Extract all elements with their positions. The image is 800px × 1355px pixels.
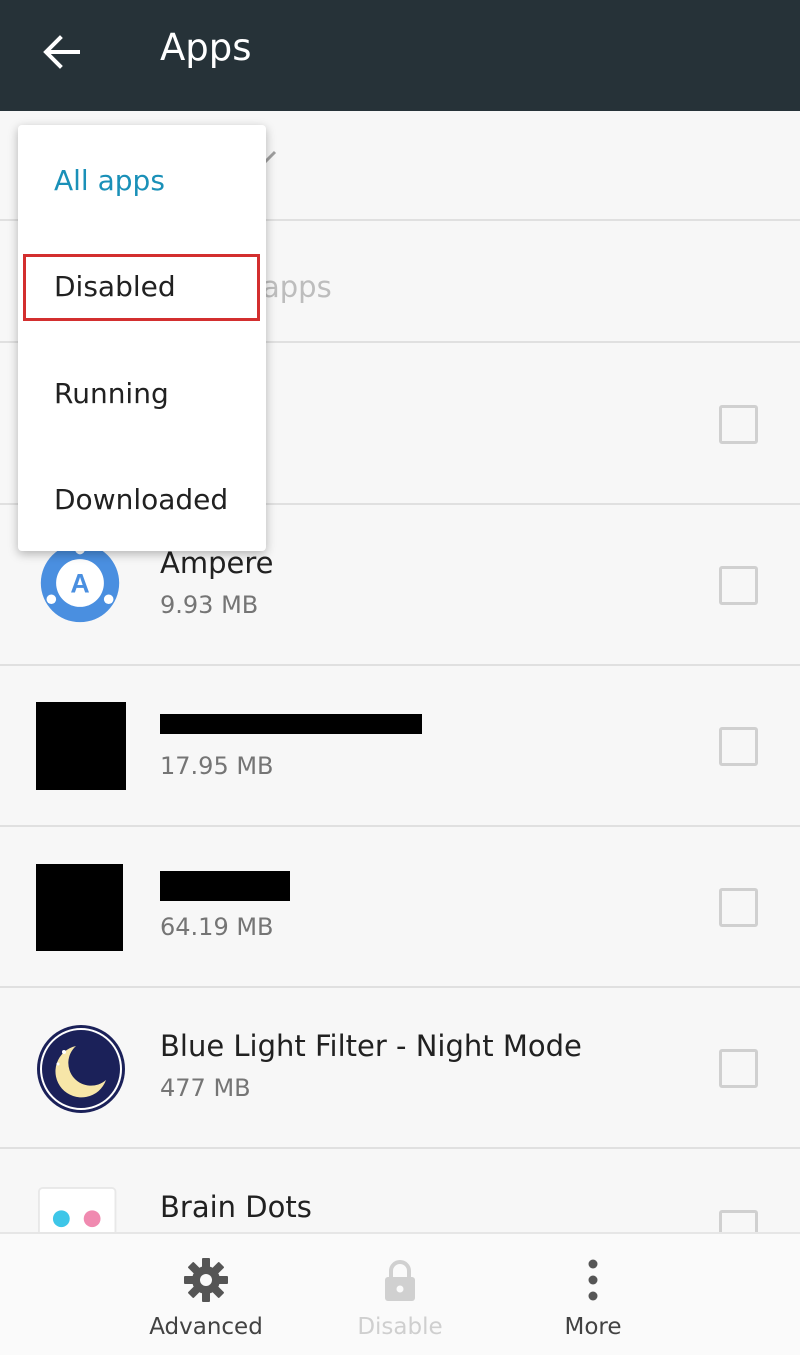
app-bar: Apps bbox=[0, 0, 800, 111]
disable-label: Disable bbox=[357, 1314, 443, 1340]
filter-dropdown-menu: All apps Disabled Running Downloaded bbox=[18, 125, 266, 551]
redacted-app-name bbox=[160, 714, 422, 734]
app-size: 477 MB bbox=[160, 1074, 251, 1102]
advanced-button[interactable]: Advanced bbox=[106, 1234, 306, 1355]
disable-button[interactable]: Disable bbox=[300, 1234, 500, 1355]
svg-text:A: A bbox=[70, 569, 89, 599]
page-title: Apps bbox=[160, 26, 252, 69]
redacted-icon bbox=[36, 702, 126, 790]
list-item[interactable]: Blue Light Filter - Night Mode 477 MB bbox=[0, 988, 800, 1149]
list-item[interactable]: 17.95 MB bbox=[0, 666, 800, 827]
lock-icon bbox=[385, 1260, 415, 1301]
bottom-toolbar: Advanced Disable More bbox=[0, 1232, 800, 1355]
more-vertical-icon bbox=[588, 1259, 598, 1301]
redacted-app-name bbox=[160, 871, 290, 901]
menu-item-disabled[interactable]: Disabled bbox=[18, 233, 266, 339]
app-size: 64.19 MB bbox=[160, 913, 274, 941]
app-name: Brain Dots bbox=[160, 1190, 312, 1224]
menu-item-running[interactable]: Running bbox=[18, 340, 266, 446]
back-arrow-icon bbox=[43, 35, 80, 69]
list-item[interactable]: 64.19 MB bbox=[0, 827, 800, 988]
app-checkbox[interactable] bbox=[719, 1049, 758, 1088]
redacted-icon bbox=[36, 864, 123, 951]
menu-item-all-apps[interactable]: All apps bbox=[18, 127, 266, 233]
ampere-icon: A bbox=[40, 543, 120, 623]
app-checkbox[interactable] bbox=[719, 888, 758, 927]
menu-item-downloaded[interactable]: Downloaded bbox=[18, 446, 266, 552]
advanced-label: Advanced bbox=[149, 1314, 263, 1340]
back-button[interactable] bbox=[30, 20, 94, 84]
more-label: More bbox=[564, 1314, 622, 1340]
app-checkbox[interactable] bbox=[719, 566, 758, 605]
app-size: 17.95 MB bbox=[160, 752, 274, 780]
moon-icon bbox=[37, 1025, 125, 1113]
app-checkbox[interactable] bbox=[719, 727, 758, 766]
more-button[interactable]: More bbox=[493, 1234, 693, 1355]
gear-icon bbox=[184, 1258, 228, 1302]
app-size: 9.93 MB bbox=[160, 591, 259, 619]
app-checkbox[interactable] bbox=[719, 405, 758, 444]
app-name: Blue Light Filter - Night Mode bbox=[160, 1029, 582, 1063]
filter-hint-text: apps bbox=[262, 270, 332, 304]
